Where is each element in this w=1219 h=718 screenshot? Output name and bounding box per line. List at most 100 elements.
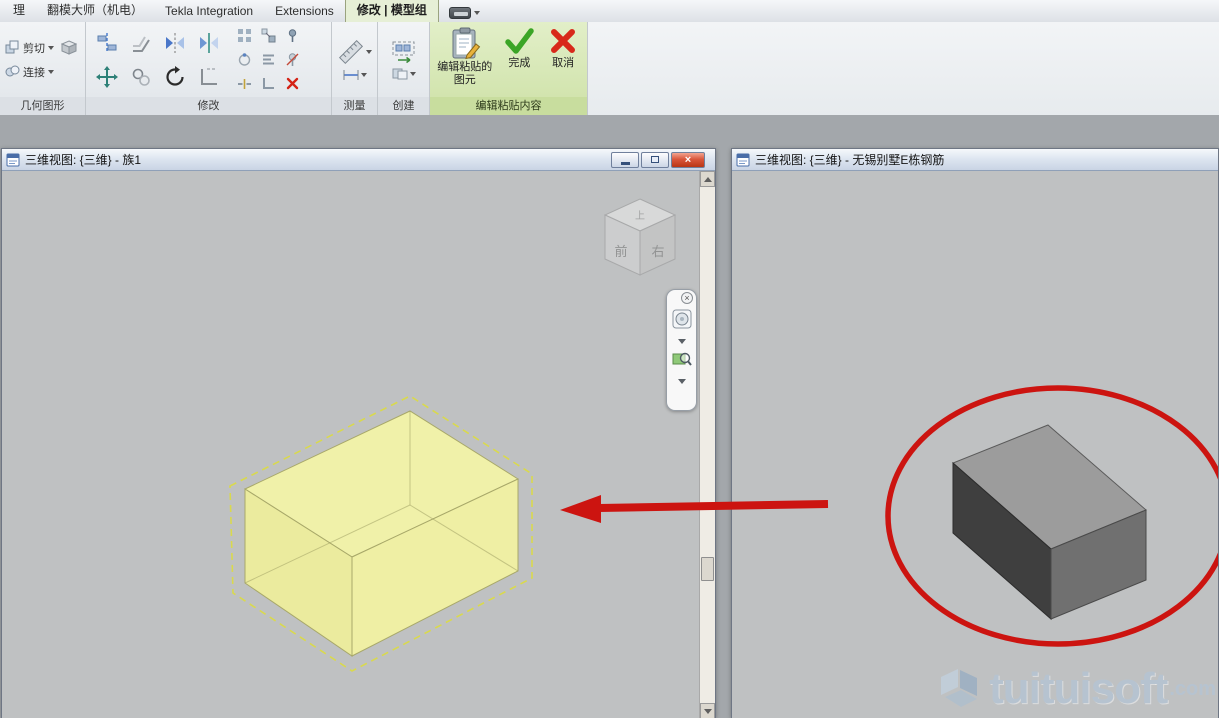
right-view-window: 三维视图: {三维} - 无锡别墅E栋钢筋: [731, 148, 1219, 718]
panel-modify: 修改: [86, 22, 332, 115]
revit-app: 理 翻模大师（机电） Tekla Integration Extensions …: [0, 0, 1219, 718]
scale-icon: [261, 28, 276, 43]
edit-pasted-elements-button[interactable]: 编辑粘贴的图元: [433, 22, 497, 97]
cut-icon: [5, 40, 20, 55]
rotate-icon: [164, 66, 186, 88]
close-icon: ×: [684, 293, 689, 303]
dimension-button[interactable]: [343, 69, 367, 81]
create-group-button[interactable]: [391, 40, 417, 64]
unpin-icon: [285, 52, 300, 67]
edit-pasted-elements-label: 编辑粘贴的图元: [433, 61, 497, 87]
copy-button[interactable]: [124, 60, 158, 94]
minimize-button[interactable]: [611, 152, 639, 168]
clipboard-edit-icon: [448, 26, 482, 60]
align-elements-button[interactable]: [256, 48, 280, 72]
ruler-icon: [338, 39, 364, 65]
ribbon-empty-space: [588, 22, 1219, 115]
move-button[interactable]: [90, 60, 124, 94]
trim-extend-button[interactable]: [256, 72, 280, 96]
close-button[interactable]: ×: [671, 152, 705, 168]
trim-button[interactable]: [192, 60, 226, 94]
copy-icon: [130, 66, 152, 88]
navbar-close-button[interactable]: ×: [681, 292, 693, 304]
close-icon: ×: [685, 154, 691, 166]
rvt-doc-icon: [6, 153, 20, 167]
radial-array-icon: [237, 52, 252, 67]
viewcube-top-label: 上: [635, 210, 645, 222]
array-button[interactable]: [232, 24, 256, 48]
selected-extrusion[interactable]: [2, 171, 701, 718]
watermark: tuituisoft .com: [933, 663, 1216, 715]
zoom-button[interactable]: [672, 349, 692, 374]
ribbon-options[interactable]: [449, 7, 480, 19]
left-window-title: 三维视图: {三维} - 族1: [25, 151, 606, 168]
create-panel-label: 创建: [378, 97, 429, 115]
mirror-axis-button[interactable]: [158, 26, 192, 60]
trim-icon: [198, 66, 220, 88]
navbar-zoom-dropdown-icon[interactable]: [678, 379, 686, 384]
ribbon-body: 剪切 连接: [0, 22, 1219, 115]
align-button[interactable]: [90, 26, 124, 60]
model-group-box[interactable]: [953, 425, 1146, 619]
measure-button[interactable]: [338, 39, 372, 65]
create-group-icon: [391, 40, 417, 64]
pin-icon: [285, 28, 300, 43]
tab-modify-model-group[interactable]: 修改 | 模型组: [345, 0, 439, 22]
rotate-button[interactable]: [158, 60, 192, 94]
up-arrow-icon: [704, 177, 712, 182]
mirror-pick-icon: [198, 32, 220, 54]
join-icon: [5, 64, 20, 79]
minimize-icon: [621, 162, 630, 165]
left-window-title-bar[interactable]: 三维视图: {三维} - 族1 ×: [2, 149, 715, 171]
cut-button[interactable]: 剪切: [5, 40, 77, 56]
cancel-x-icon: [549, 26, 577, 56]
down-arrow-icon: [704, 709, 712, 714]
viewcube[interactable]: 上 前 右: [600, 196, 680, 285]
tab-tekla-integration[interactable]: Tekla Integration: [154, 1, 264, 22]
align-bars-icon: [261, 52, 276, 67]
split-button[interactable]: [232, 72, 256, 96]
vertical-scrollbar[interactable]: [699, 171, 715, 718]
geometry-panel-label: 几何图形: [0, 97, 85, 115]
cube-icon: [61, 40, 77, 55]
tab-fanmo-master[interactable]: 翻模大师（机电）: [36, 0, 154, 22]
delete-icon: [285, 76, 300, 91]
navbar-wheel-dropdown-icon[interactable]: [678, 339, 686, 344]
zoom-icon: [672, 349, 692, 369]
array-icon: [237, 28, 252, 43]
scroll-up-button[interactable]: [700, 171, 715, 187]
delete-button[interactable]: [280, 72, 304, 96]
offset-button[interactable]: [124, 26, 158, 60]
watermark-logo-icon: [933, 663, 985, 715]
split-icon: [237, 76, 252, 91]
viewcube-front-label: 前: [614, 244, 627, 259]
scale-button[interactable]: [256, 24, 280, 48]
restore-button[interactable]: [641, 152, 669, 168]
trim-extend-icon: [261, 76, 276, 91]
create-similar-button[interactable]: [392, 68, 416, 80]
mirror-axis-icon: [164, 32, 186, 54]
pin-button[interactable]: [280, 24, 304, 48]
align-icon: [96, 32, 118, 54]
watermark-brand: tuituisoft: [989, 664, 1167, 714]
scroll-down-button[interactable]: [700, 703, 715, 718]
cancel-button[interactable]: 取消: [542, 22, 584, 97]
panel-edit-paste: 编辑粘贴的图元 完成 取消 编辑粘贴内容: [430, 22, 588, 115]
right-canvas[interactable]: tuituisoft .com: [732, 171, 1218, 718]
steering-wheel-button[interactable]: [672, 309, 692, 334]
mdi-area: 三维视图: {三维} - 族1 ×: [0, 115, 1219, 718]
join-button[interactable]: 连接: [5, 64, 54, 80]
panel-create: 创建: [378, 22, 430, 115]
finish-button[interactable]: 完成: [499, 22, 541, 97]
radial-array-button[interactable]: [232, 48, 256, 72]
right-window-title-bar[interactable]: 三维视图: {三维} - 无锡别墅E栋钢筋: [732, 149, 1218, 171]
steering-wheel-icon: [672, 309, 692, 329]
tab-extensions[interactable]: Extensions: [264, 1, 345, 22]
scrollbar-thumb[interactable]: [701, 557, 714, 581]
tab-manage[interactable]: 理: [2, 0, 36, 22]
mirror-pick-button[interactable]: [192, 26, 226, 60]
chevron-down-icon: [361, 73, 367, 77]
rvt-doc-icon: [736, 153, 750, 167]
unpin-button[interactable]: [280, 48, 304, 72]
left-canvas[interactable]: 上 前 右 ×: [2, 171, 715, 718]
